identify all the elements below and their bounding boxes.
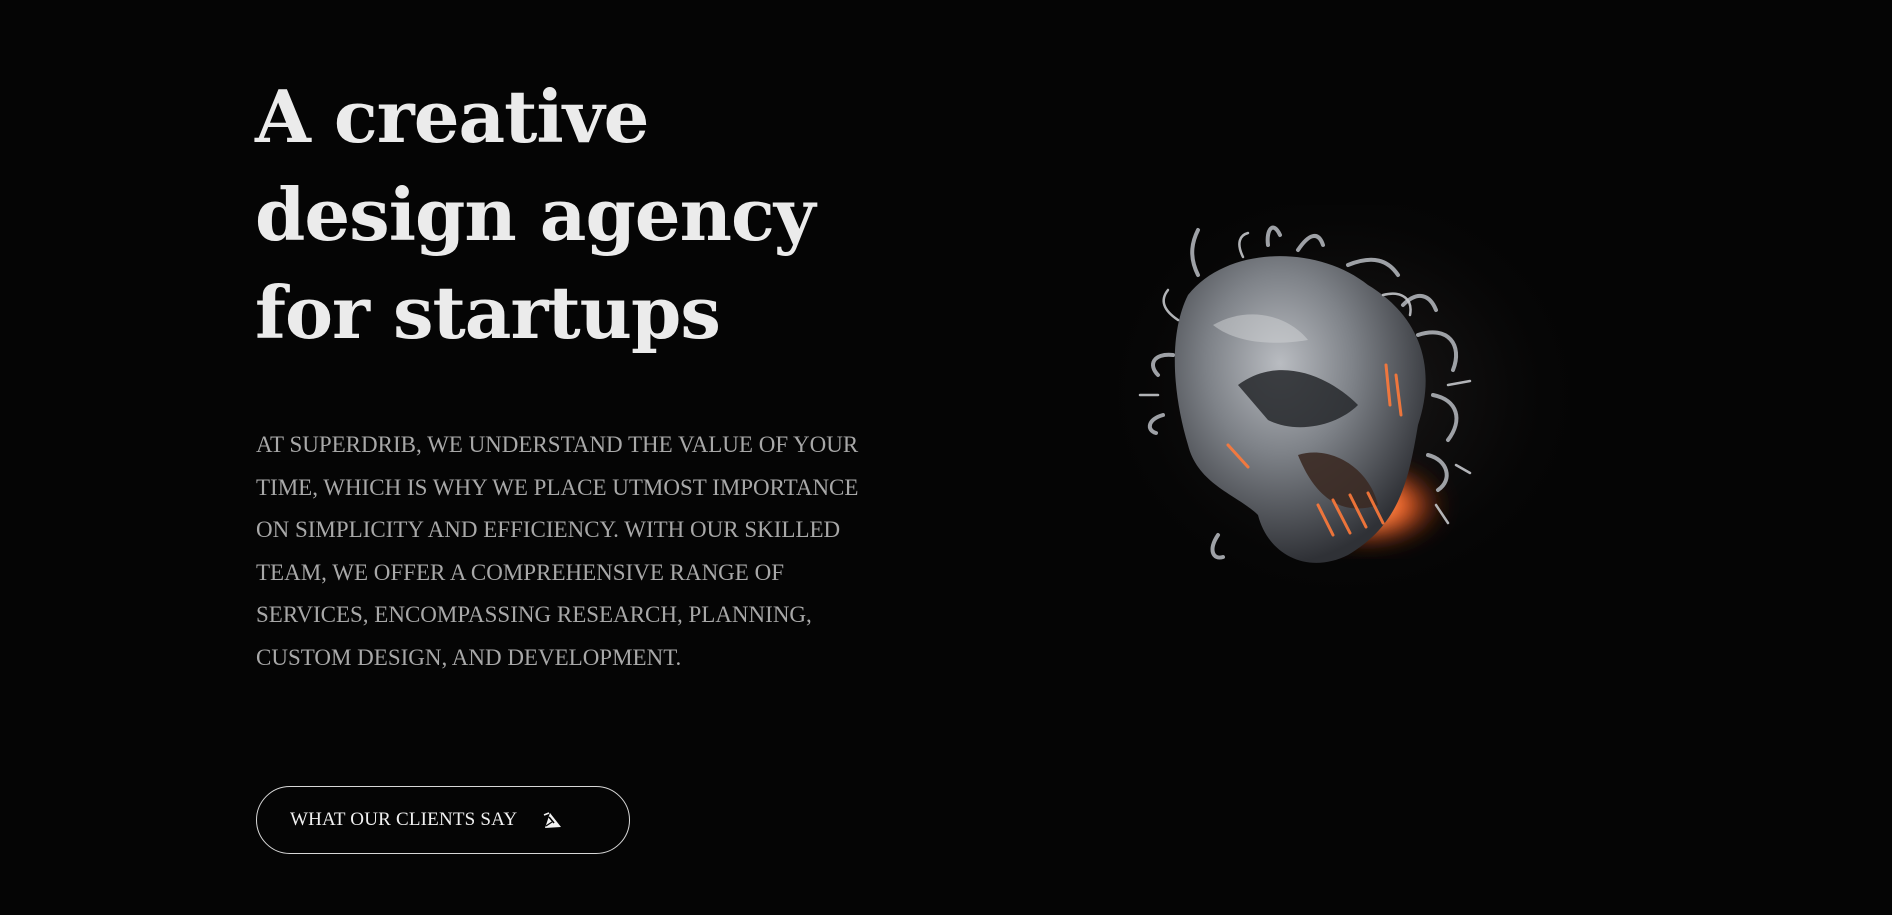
abstract-3d-sculpture <box>1118 205 1568 595</box>
hero-title-line-3: for startups <box>255 270 721 355</box>
hero-description: At Superdrib, we understand the value of… <box>256 432 859 670</box>
hero-title-line-1: A creative <box>255 74 649 159</box>
hero-title: A creative design agency for startups <box>255 68 875 362</box>
pen-nib-arrow-icon <box>541 808 565 832</box>
what-our-clients-say-button[interactable]: WHAT OUR CLIENTS SAY <box>256 786 630 854</box>
cta-label: WHAT OUR CLIENTS SAY <box>290 809 518 830</box>
hero-title-line-2: design agency <box>255 172 816 257</box>
